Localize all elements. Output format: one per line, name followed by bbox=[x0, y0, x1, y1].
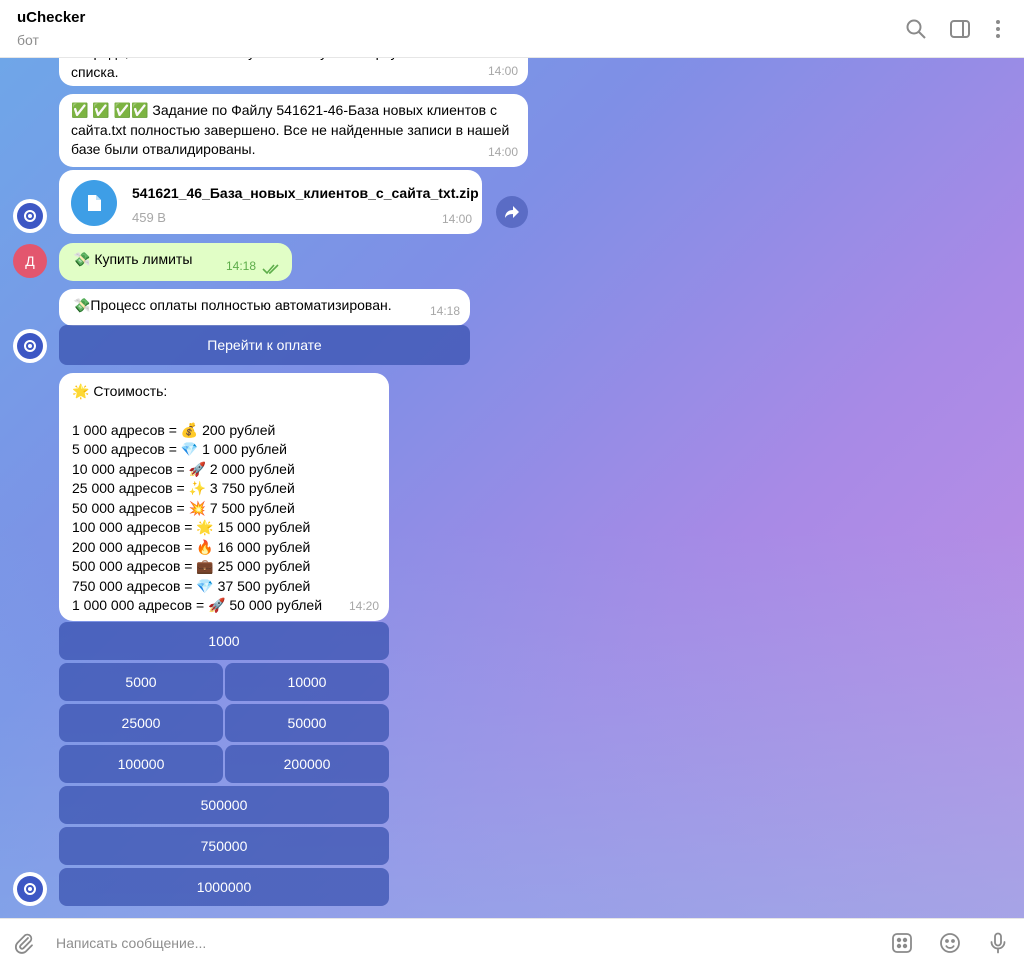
chat-header: uChecker бот bbox=[0, 0, 1024, 58]
price-line: 50 000 адресов = 💥 7 500 рублей bbox=[72, 499, 295, 516]
message-text: ✅ ✅ ✅✅ Задание по Файлу 541621-46-База н… bbox=[71, 102, 510, 157]
bot-avatar[interactable] bbox=[13, 872, 47, 906]
attach-icon[interactable] bbox=[12, 931, 36, 955]
file-size: 459 B bbox=[132, 210, 166, 225]
message-time: 14:00 bbox=[487, 144, 518, 159]
microphone-icon[interactable] bbox=[986, 931, 1010, 955]
keyboard-button-10000[interactable]: 10000 bbox=[225, 663, 389, 701]
message-bubble: 💸Процесс оплаты полностью автоматизирова… bbox=[59, 289, 470, 326]
message-bubble: ✅ ✅ ✅✅ Задание по Файлу 541621-46-База н… bbox=[59, 94, 528, 167]
keyboard-button-50000[interactable]: 50000 bbox=[225, 704, 389, 742]
document-icon[interactable] bbox=[71, 180, 117, 226]
price-line: 5 000 адресов = 💎 1 000 рублей bbox=[72, 441, 287, 457]
sidebar-toggle-icon[interactable] bbox=[948, 17, 972, 41]
price-line: 500 000 адресов = 💼 25 000 рублей bbox=[72, 558, 311, 574]
message-input[interactable] bbox=[56, 930, 856, 956]
message-bubble: очереди, в ближайшие минуты вы получите … bbox=[59, 58, 528, 86]
message-time: 14:20 bbox=[348, 598, 379, 613]
keyboard-button-750000[interactable]: 750000 bbox=[59, 827, 389, 865]
price-line: 100 000 адресов = 🌟 15 000 рублей bbox=[72, 519, 311, 535]
outgoing-message: 💸 Купить лимиты 14:18 bbox=[59, 243, 292, 281]
forward-button[interactable] bbox=[496, 196, 528, 228]
keyboard-button-200000[interactable]: 200000 bbox=[225, 745, 389, 783]
file-name[interactable]: 541621_46_База_новых_клиентов_с_сайта_tx… bbox=[132, 184, 479, 204]
keyboard-button-25000[interactable]: 25000 bbox=[59, 704, 223, 742]
price-line: 25 000 адресов = ✨ 3 750 рублей bbox=[72, 480, 295, 496]
more-menu-icon[interactable] bbox=[986, 17, 1010, 41]
message-time: 14:00 bbox=[441, 211, 472, 226]
price-line: 200 000 адресов = 🔥 16 000 рублей bbox=[72, 538, 311, 555]
keyboard-button-500000[interactable]: 500000 bbox=[59, 786, 389, 824]
keyboard-button-1000[interactable]: 1000 bbox=[59, 622, 389, 660]
search-icon[interactable] bbox=[904, 17, 928, 41]
message-time: 14:18 bbox=[429, 303, 460, 318]
keyboard-button-100000[interactable]: 100000 bbox=[59, 745, 223, 783]
chat-area[interactable]: очереди, в ближайшие минуты вы получите … bbox=[0, 58, 1024, 918]
read-checkmarks-icon bbox=[262, 264, 279, 275]
message-time: 14:18 bbox=[225, 258, 256, 273]
forward-icon bbox=[505, 206, 519, 218]
message-text: 💸Процесс оплаты полностью автоматизирова… bbox=[73, 297, 392, 313]
message-text: очереди, в ближайшие минуты вы получите … bbox=[71, 58, 448, 80]
bot-commands-icon[interactable] bbox=[890, 931, 914, 955]
go-to-payment-button[interactable]: Перейти к оплате bbox=[59, 325, 470, 365]
file-message[interactable]: 541621_46_База_новых_клиентов_с_сайта_tx… bbox=[59, 170, 482, 234]
user-avatar-letter: Д bbox=[25, 253, 35, 269]
keyboard-button-1000000[interactable]: 1000000 bbox=[59, 868, 389, 906]
price-heading: 🌟 Стоимость: bbox=[72, 383, 168, 399]
message-time: 14:00 bbox=[487, 63, 518, 78]
price-line: 750 000 адресов = 💎 37 500 рублей bbox=[72, 577, 311, 594]
bot-avatar[interactable] bbox=[13, 329, 47, 363]
price-line: 1 000 000 адресов = 🚀 50 000 рублей bbox=[72, 597, 323, 613]
price-line: 10 000 адресов = 🚀 2 000 рублей bbox=[72, 460, 295, 477]
message-composer bbox=[0, 918, 1024, 966]
chat-title[interactable]: uChecker bbox=[17, 9, 85, 26]
chat-status: бот bbox=[17, 32, 39, 48]
price-line: 1 000 адресов = 💰 200 рублей bbox=[72, 421, 276, 438]
emoji-icon[interactable] bbox=[938, 931, 962, 955]
keyboard-button-5000[interactable]: 5000 bbox=[59, 663, 223, 701]
user-avatar[interactable]: Д bbox=[13, 244, 47, 278]
price-list-message: 🌟 Стоимость: 1 000 адресов = 💰 200 рубле… bbox=[59, 373, 389, 621]
bot-avatar[interactable] bbox=[13, 199, 47, 233]
